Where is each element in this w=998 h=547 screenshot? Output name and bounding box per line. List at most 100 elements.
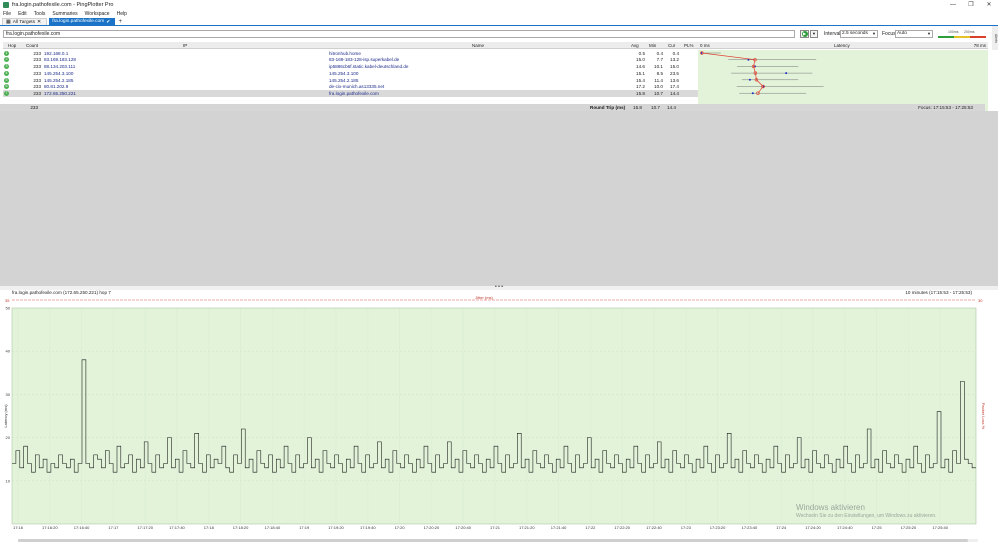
- activation-watermark-title: Windows aktivieren: [796, 503, 865, 512]
- hop-ip[interactable]: 172.65.250.221: [44, 91, 76, 96]
- x-tick-label: 17:19:40: [360, 525, 376, 530]
- hop-cur: 23.5: [670, 70, 679, 76]
- hop-name[interactable]: de-cix-munich.as13335.net: [329, 84, 384, 89]
- hop-min: 7.7: [656, 57, 663, 63]
- target-input[interactable]: fra.login.pathofexile.com: [3, 30, 795, 38]
- menu-file[interactable]: File: [3, 11, 11, 17]
- hop-status-icon: 1: [4, 50, 9, 56]
- hop-name[interactable]: hitronhub.home: [329, 51, 361, 56]
- header-ip[interactable]: IP: [183, 43, 187, 48]
- x-tick-label: 17:23: [681, 525, 692, 530]
- tab-bar: ▦ All Targets ✕ fra.login.pathofexile.co…: [0, 18, 998, 26]
- hop-ip[interactable]: 192.168.0.1: [44, 51, 68, 56]
- menu-summaries[interactable]: Summaries: [52, 11, 77, 17]
- hop-row[interactable]: 4 233 145.254.3.100 145.254.3.100 15.1 8.5 23.…: [3, 70, 698, 77]
- x-tick-label: 17:20:40: [455, 525, 471, 530]
- toolbar: fra.login.pathofexile.com ▶ ▼ Interval 2…: [0, 28, 998, 40]
- maximize-button[interactable]: ❐: [962, 0, 980, 10]
- interval-select[interactable]: 2.5 seconds ▼: [840, 30, 878, 38]
- hop-ip[interactable]: 145.254.2.185: [44, 78, 73, 83]
- scale-bar-green: [938, 36, 954, 38]
- chevron-down-icon: ▼: [872, 31, 876, 36]
- start-options-dropdown[interactable]: ▼: [810, 30, 818, 38]
- chart-plot-area: [11, 307, 977, 525]
- hop-ip[interactable]: 88.134.203.111: [44, 64, 75, 69]
- hop-row[interactable]: 6 233 80.81.202.9 de-cix-munich.as13335.net…: [3, 84, 698, 91]
- hop-count: 233: [33, 57, 41, 63]
- hop-status-icon: 5: [4, 77, 9, 83]
- hop-cur: 0.4: [672, 50, 679, 56]
- scrollbar-thumb[interactable]: [18, 539, 968, 542]
- interval-value: 2.5 seconds: [842, 31, 868, 36]
- hop-avg: 15.4: [636, 77, 645, 83]
- y-tick-label: 50: [6, 306, 11, 311]
- start-trace-button[interactable]: ▶: [800, 30, 809, 38]
- x-tick-label: 17:20: [395, 525, 406, 530]
- hop-count: 233: [33, 77, 41, 83]
- hop-name[interactable]: 145.254.3.100: [329, 71, 358, 76]
- hop-status-icon: 3: [4, 64, 9, 70]
- x-tick-label: 17:16:40: [74, 525, 90, 530]
- menu-bar: File Edit Tools Summaries Workspace Help: [0, 10, 998, 18]
- alerts-side-tab[interactable]: Alerts: [992, 26, 998, 50]
- timeline-chart: Jitter (ms) 35 30 10 20 30 40 50 Latency (ms) Pac…: [0, 295, 998, 532]
- focus-value: Auto: [897, 31, 907, 36]
- hop-min: 10.0: [654, 84, 663, 90]
- hop-name[interactable]: ip5886cb6f.static.kabel-deutschland.de: [329, 64, 408, 69]
- tab-target[interactable]: fra.login.pathofexile.com ✔: [49, 18, 116, 25]
- top-right-value: 30: [978, 298, 983, 303]
- hop-avg: 15.0: [636, 57, 645, 63]
- hop-row[interactable]: 3 233 88.134.203.111 ip5886cb6f.static.kabe…: [3, 63, 698, 70]
- hop-row[interactable]: 2 233 83.169.183.128 83-169-183-128-isp.sup…: [3, 57, 698, 64]
- add-tab-icon[interactable]: +: [118, 19, 122, 25]
- hop-ip[interactable]: 145.254.3.100: [44, 71, 73, 76]
- hop-count: 233: [33, 50, 41, 56]
- hop-cur: 13.6: [670, 77, 679, 83]
- scale-bar-red: [970, 36, 986, 38]
- menu-workspace[interactable]: Workspace: [85, 11, 110, 17]
- header-pl[interactable]: PL%: [684, 43, 694, 48]
- timeline-range[interactable]: 10 minutes (17:15:53 - 17:25:53): [905, 290, 972, 295]
- x-tick-label: 17:22:40: [646, 525, 662, 530]
- hop-count: 233: [33, 70, 41, 76]
- activation-watermark-text: Wechseln Sie zu den Einstellungen, um Wi…: [796, 513, 937, 519]
- y-tick-label: 30: [6, 392, 11, 397]
- timeline-title: fra.login.pathofexile.com (172.65.250.22…: [12, 290, 111, 295]
- grid-icon: ▦: [6, 19, 11, 25]
- hop-count: 233: [33, 90, 41, 96]
- header-name[interactable]: Name: [472, 43, 484, 48]
- rt-focus: Focus: 17:15:53 - 17:25:53: [918, 105, 973, 110]
- hop-row[interactable]: 5 233 145.254.2.185 145.254.2.185 15.4 11.4 13…: [3, 77, 698, 84]
- close-icon[interactable]: ✕: [37, 19, 41, 25]
- hop-status-icon: 7: [4, 90, 9, 96]
- hop-ip[interactable]: 80.81.202.9: [44, 84, 68, 89]
- menu-edit[interactable]: Edit: [18, 11, 27, 17]
- hop-min: 11.4: [654, 77, 663, 83]
- empty-grid-area: [0, 111, 998, 286]
- focus-select[interactable]: Auto ▼: [895, 30, 933, 38]
- hop-status-icon: 4: [4, 70, 9, 76]
- hop-name[interactable]: 145.254.2.185: [329, 78, 358, 83]
- close-button[interactable]: ✕: [980, 0, 998, 10]
- hop-name[interactable]: 83-169-183-128-isp.superkabel.de: [329, 57, 399, 62]
- latency-color-scale: 100ms 200ms: [938, 30, 988, 38]
- menu-help[interactable]: Help: [117, 11, 127, 17]
- x-tick-label: 17:20:20: [424, 525, 440, 530]
- header-min[interactable]: Min: [649, 43, 656, 48]
- menu-tools[interactable]: Tools: [34, 11, 46, 17]
- hop-row[interactable]: 1 233 192.168.0.1 hitronhub.home 0.5 0.4 0.4: [3, 50, 698, 57]
- header-avg[interactable]: Avg: [631, 43, 639, 48]
- window-title: fra.login.pathofexile.com - PingPlotter …: [12, 2, 114, 8]
- hop-row[interactable]: 7 233 172.65.250.221 fra.login.pathofexile.…: [3, 90, 698, 97]
- tab-all-targets[interactable]: ▦ All Targets ✕: [2, 18, 48, 25]
- latency-header: 0 ms Latency 78 ms: [698, 42, 988, 49]
- header-cur[interactable]: Cur: [668, 43, 675, 48]
- minimize-button[interactable]: —: [944, 0, 962, 10]
- hop-ip[interactable]: 83.169.183.128: [44, 57, 76, 62]
- header-hop[interactable]: Hop: [8, 43, 16, 48]
- timeline-scrollbar[interactable]: [18, 539, 978, 542]
- header-count[interactable]: Count: [26, 43, 38, 48]
- check-icon: ✔: [106, 18, 111, 25]
- hop-status-icon: 6: [4, 84, 9, 90]
- hop-name[interactable]: fra.login.pathofexile.com: [329, 91, 379, 96]
